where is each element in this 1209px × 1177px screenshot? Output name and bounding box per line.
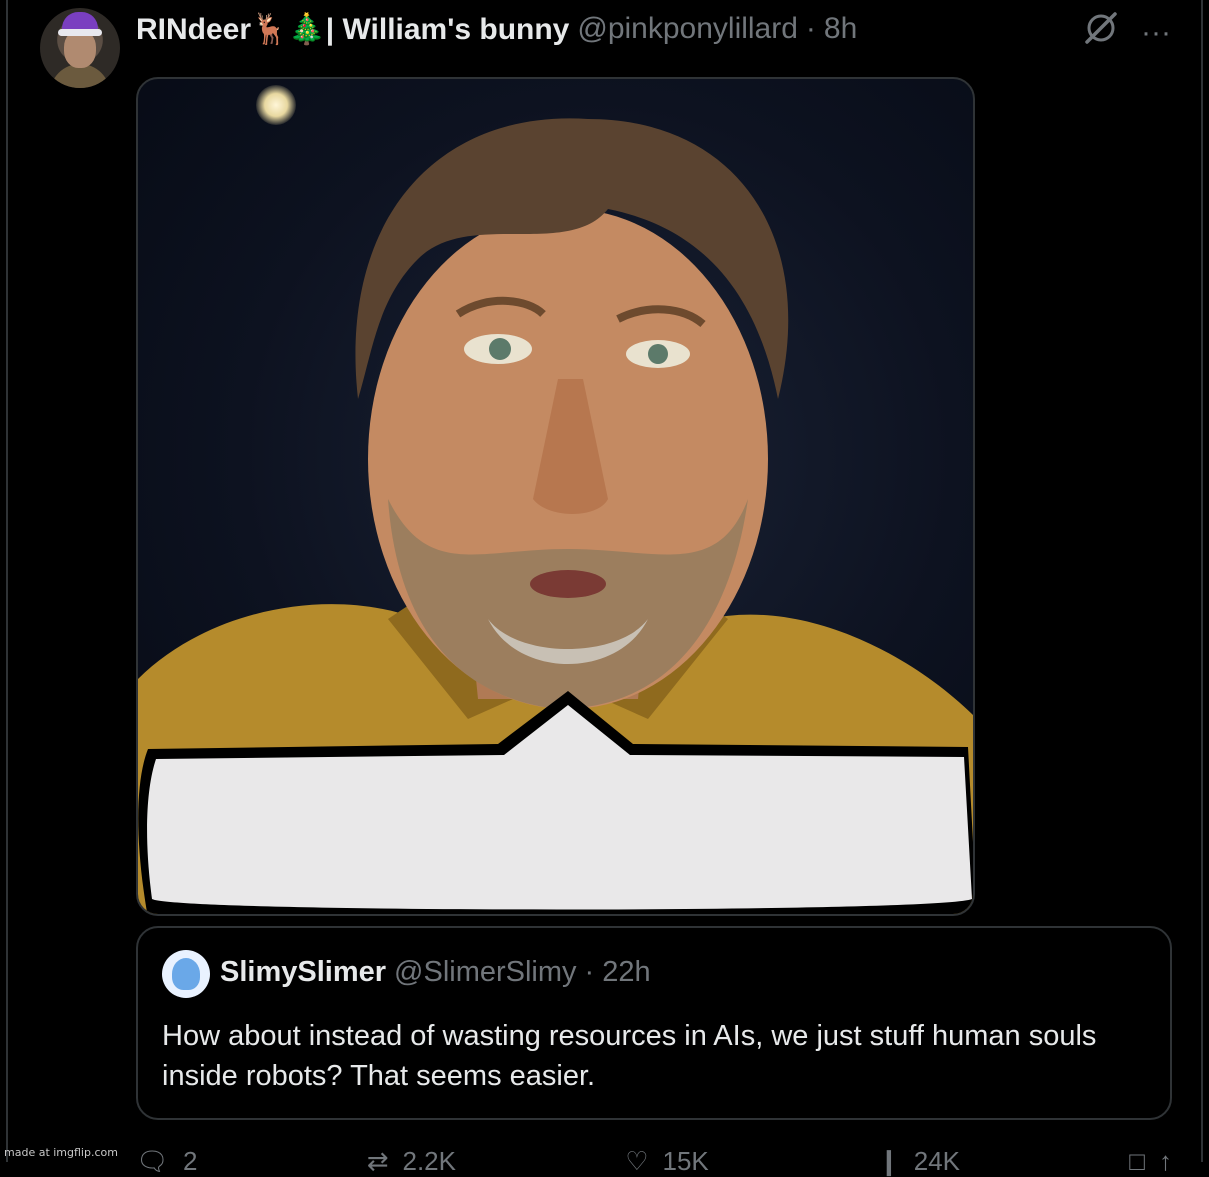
imgflip-watermark: made at imgflip.com: [4, 1146, 118, 1159]
quoted-author-handle[interactable]: @SlimerSlimy: [394, 956, 577, 989]
post-image[interactable]: [136, 77, 975, 916]
views-count: 24K: [913, 1145, 961, 1176]
share-buttons[interactable]: □ ↑: [1129, 1146, 1172, 1176]
avatar-character-icon: [172, 958, 200, 990]
post-header: RINdeer🦌🎄| William's bunny @pinkponylill…: [136, 10, 857, 48]
separator-dot: ·: [584, 956, 595, 988]
share-icon[interactable]: ↑: [1159, 1146, 1172, 1177]
repost-count: 2.2K: [402, 1145, 456, 1176]
grok-icon[interactable]: [1083, 10, 1119, 56]
separator-dot: ·: [805, 12, 816, 45]
reply-count: 2: [183, 1145, 198, 1176]
views-button[interactable]: ❙ 24K: [878, 1146, 960, 1176]
mouth: [530, 570, 606, 598]
santa-hat-icon: [58, 12, 102, 36]
views-icon: ❙: [877, 1145, 900, 1176]
quoted-author-avatar[interactable]: [162, 950, 210, 998]
heart-icon: ♡: [625, 1145, 649, 1176]
repost-button[interactable]: ⇄ 2.2K: [367, 1146, 456, 1176]
quoted-post-timestamp[interactable]: 22h: [602, 956, 650, 989]
quoted-post[interactable]: SlimySlimer @SlimerSlimy · 22h How about…: [136, 926, 1172, 1120]
author-display-name[interactable]: RINdeer🦌🎄| William's bunny: [136, 12, 569, 47]
action-bar: 🗨 2 ⇄ 2.2K ♡ 15K ❙ 24K □ ↑: [136, 1146, 1172, 1176]
header-icons: ···: [1083, 10, 1171, 56]
quoted-post-header: SlimySlimer @SlimerSlimy · 22h: [220, 956, 651, 989]
like-count: 15K: [662, 1145, 709, 1176]
quoted-post-text: How about instead of wasting resources i…: [162, 1020, 1097, 1092]
repost-icon: ⇄: [366, 1145, 389, 1176]
quoted-author-name[interactable]: SlimySlimer: [220, 956, 386, 989]
reply-button[interactable]: 🗨 2: [136, 1146, 197, 1176]
more-options-icon[interactable]: ···: [1141, 14, 1171, 52]
post-timestamp[interactable]: 8h: [824, 12, 857, 46]
like-button[interactable]: ♡ 15K: [625, 1146, 709, 1176]
left-iris: [489, 338, 511, 360]
author-avatar[interactable]: [40, 8, 120, 88]
bookmark-icon[interactable]: □: [1129, 1146, 1145, 1177]
reply-icon: 🗨: [136, 1145, 170, 1176]
author-handle[interactable]: @pinkponylillard: [577, 12, 798, 46]
right-iris: [648, 344, 668, 364]
meme-illustration: [138, 118, 973, 914]
